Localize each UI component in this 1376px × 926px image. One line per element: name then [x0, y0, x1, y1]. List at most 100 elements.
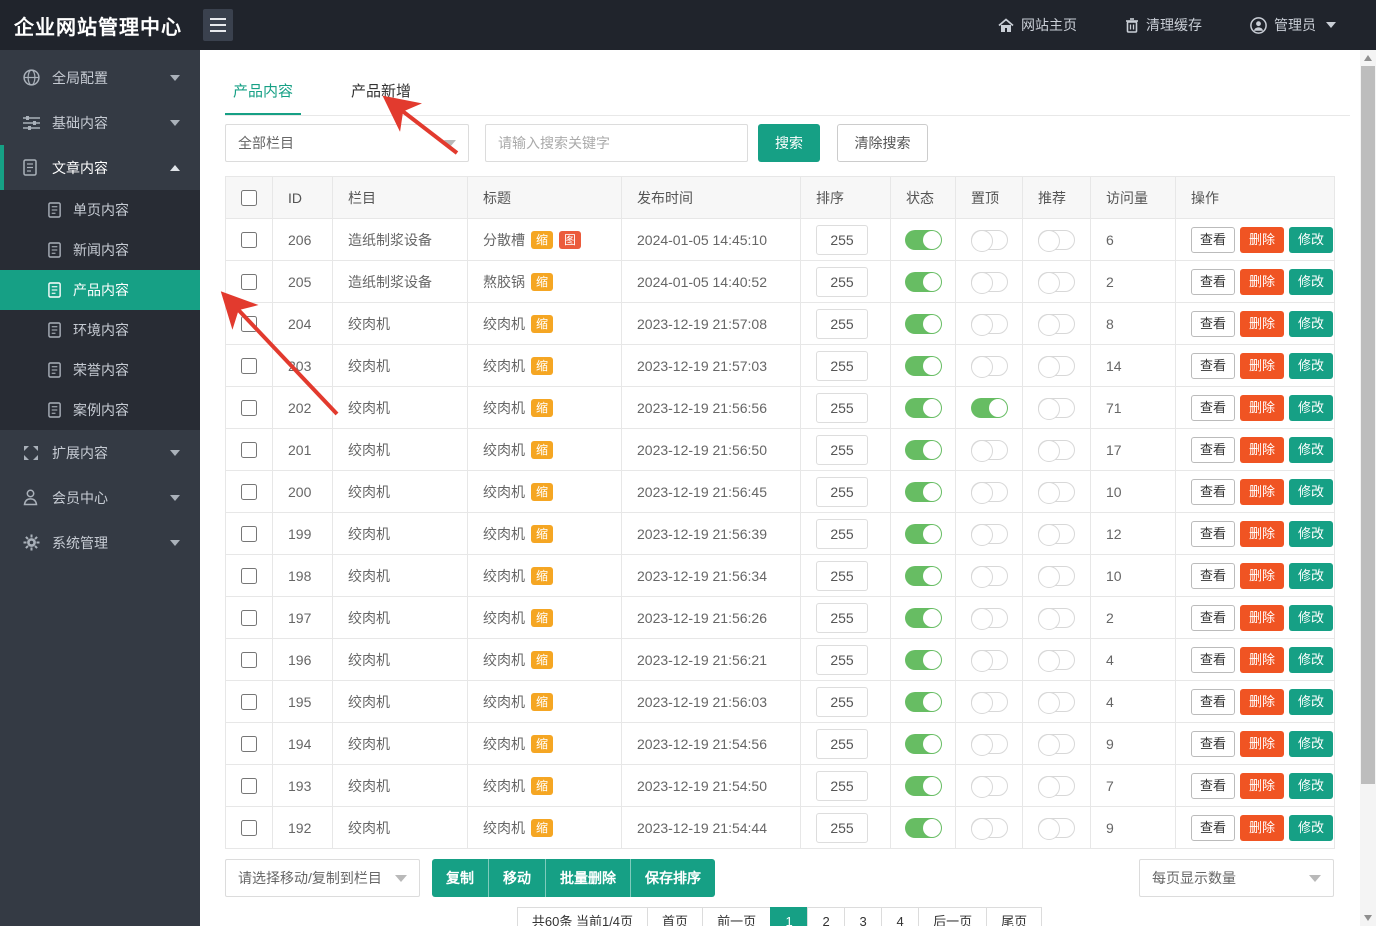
edit-button[interactable]: 修改	[1289, 604, 1334, 631]
sort-input[interactable]	[816, 644, 868, 675]
scrollbar-thumb[interactable]	[1361, 66, 1375, 784]
move-button[interactable]: 移动	[488, 859, 545, 897]
nav-clear-cache[interactable]: 清理缓存	[1125, 15, 1202, 35]
sidebar-item-global-config[interactable]: 全局配置	[0, 55, 200, 100]
recommend-toggle[interactable]	[1038, 565, 1075, 588]
sidebar-item-extend-content[interactable]: 扩展内容	[0, 430, 200, 475]
recommend-toggle[interactable]	[1038, 733, 1075, 756]
sort-input[interactable]	[816, 560, 868, 591]
delete-button[interactable]: 删除	[1240, 310, 1285, 337]
sort-input[interactable]	[816, 602, 868, 633]
row-checkbox[interactable]	[241, 442, 257, 459]
view-button[interactable]: 查看	[1191, 688, 1236, 715]
status-toggle[interactable]	[904, 565, 942, 586]
top-toggle[interactable]	[970, 649, 1008, 672]
sidebar-subitem-产品内容[interactable]: 产品内容	[0, 270, 200, 310]
row-checkbox[interactable]	[241, 526, 257, 543]
view-button[interactable]: 查看	[1191, 772, 1236, 799]
top-toggle[interactable]	[970, 817, 1008, 840]
view-button[interactable]: 查看	[1191, 646, 1236, 673]
sort-input[interactable]	[816, 770, 868, 801]
recommend-toggle[interactable]	[1038, 439, 1075, 462]
pagination-page-4[interactable]: 4	[881, 907, 920, 926]
tab-product-add[interactable]: 产品新增	[343, 80, 419, 115]
status-toggle[interactable]	[904, 271, 942, 292]
scroll-up-arrow-icon[interactable]	[1360, 50, 1376, 66]
status-toggle[interactable]	[904, 229, 942, 250]
sidebar-item-article-content[interactable]: 文章内容	[0, 145, 200, 190]
status-toggle[interactable]	[904, 691, 942, 712]
sort-input[interactable]	[816, 392, 868, 423]
sort-input[interactable]	[816, 434, 868, 465]
edit-button[interactable]: 修改	[1289, 646, 1334, 673]
row-checkbox[interactable]	[241, 400, 257, 417]
pagination-page-1[interactable]: 1	[770, 907, 809, 926]
edit-button[interactable]: 修改	[1289, 688, 1334, 715]
status-toggle[interactable]	[904, 313, 942, 334]
view-button[interactable]: 查看	[1191, 562, 1236, 589]
tab-product-content[interactable]: 产品内容	[225, 80, 302, 115]
top-toggle[interactable]	[970, 691, 1008, 714]
sidebar-item-member-center[interactable]: 会员中心	[0, 475, 200, 520]
view-button[interactable]: 查看	[1191, 604, 1236, 631]
delete-button[interactable]: 删除	[1240, 226, 1285, 253]
view-button[interactable]: 查看	[1191, 352, 1236, 379]
top-toggle[interactable]	[970, 481, 1008, 504]
edit-button[interactable]: 修改	[1289, 310, 1334, 337]
pagination-尾页[interactable]: 尾页	[986, 907, 1043, 926]
sidebar-toggle-button[interactable]	[203, 9, 233, 41]
status-toggle[interactable]	[904, 649, 942, 670]
view-button[interactable]: 查看	[1191, 520, 1236, 547]
status-toggle[interactable]	[904, 733, 942, 754]
row-checkbox[interactable]	[241, 736, 257, 753]
view-button[interactable]: 查看	[1191, 226, 1236, 253]
recommend-toggle[interactable]	[1038, 313, 1075, 336]
sort-input[interactable]	[816, 686, 868, 717]
recommend-toggle[interactable]	[1038, 691, 1075, 714]
sort-input[interactable]	[816, 224, 868, 255]
category-select[interactable]: 全部栏目	[225, 124, 469, 162]
top-toggle[interactable]	[970, 523, 1008, 546]
sort-input[interactable]	[816, 476, 868, 507]
sidebar-subitem-新闻内容[interactable]: 新闻内容	[0, 230, 200, 270]
nav-admin-menu[interactable]: 管理员	[1250, 15, 1336, 35]
scroll-down-arrow-icon[interactable]	[1360, 910, 1376, 926]
page-size-select[interactable]: 每页显示数量	[1139, 859, 1334, 897]
edit-button[interactable]: 修改	[1289, 226, 1334, 253]
recommend-toggle[interactable]	[1038, 607, 1075, 630]
sort-input[interactable]	[816, 812, 868, 843]
status-toggle[interactable]	[904, 523, 942, 544]
top-toggle[interactable]	[970, 313, 1008, 336]
top-toggle[interactable]	[970, 565, 1008, 588]
pagination-前一页[interactable]: 前一页	[702, 907, 772, 926]
search-input[interactable]	[485, 124, 748, 162]
pagination-后一页[interactable]: 后一页	[918, 907, 988, 926]
delete-button[interactable]: 删除	[1240, 478, 1285, 505]
status-toggle[interactable]	[904, 481, 942, 502]
top-toggle[interactable]	[970, 733, 1008, 756]
status-toggle[interactable]	[904, 607, 942, 628]
sort-input[interactable]	[816, 266, 868, 297]
pagination-page-3[interactable]: 3	[844, 907, 883, 926]
delete-button[interactable]: 删除	[1240, 562, 1285, 589]
sort-input[interactable]	[816, 518, 868, 549]
row-checkbox[interactable]	[241, 316, 257, 333]
recommend-toggle[interactable]	[1038, 271, 1075, 294]
sort-input[interactable]	[816, 308, 868, 339]
delete-button[interactable]: 删除	[1240, 730, 1285, 757]
view-button[interactable]: 查看	[1191, 268, 1236, 295]
recommend-toggle[interactable]	[1038, 775, 1075, 798]
recommend-toggle[interactable]	[1038, 523, 1075, 546]
status-toggle[interactable]	[904, 397, 942, 418]
search-button[interactable]: 搜索	[758, 124, 820, 162]
view-button[interactable]: 查看	[1191, 478, 1236, 505]
delete-button[interactable]: 删除	[1240, 268, 1285, 295]
view-button[interactable]: 查看	[1191, 310, 1236, 337]
select-all-checkbox[interactable]	[241, 190, 257, 207]
edit-button[interactable]: 修改	[1289, 520, 1334, 547]
status-toggle[interactable]	[904, 355, 942, 376]
edit-button[interactable]: 修改	[1289, 814, 1334, 841]
clear-search-button[interactable]: 清除搜索	[837, 124, 928, 162]
sort-input[interactable]	[816, 350, 868, 381]
delete-button[interactable]: 删除	[1240, 772, 1285, 799]
